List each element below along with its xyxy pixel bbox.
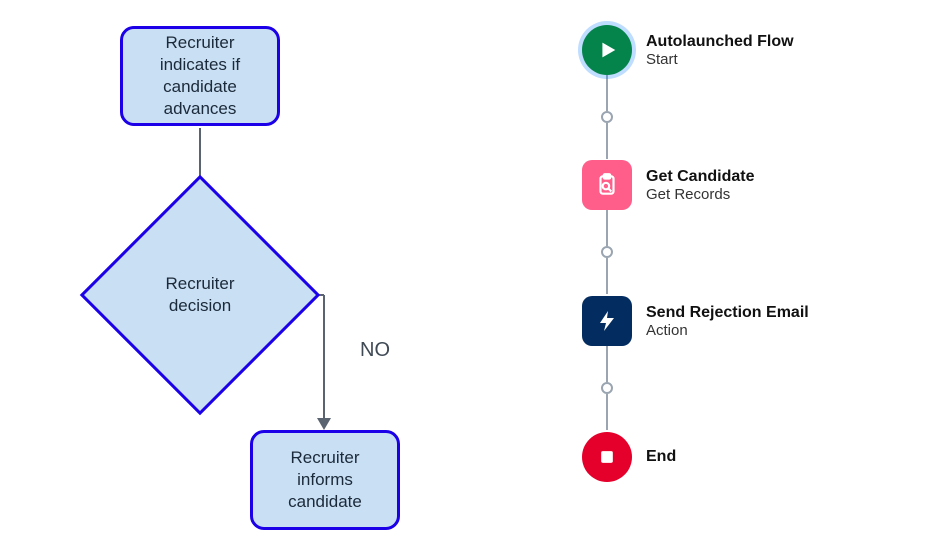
- flow-connector-dot: [601, 382, 613, 394]
- flowchart-start-text: Recruiter indicates if candidate advance…: [137, 32, 263, 120]
- flow-node-subtitle: Start: [646, 51, 794, 68]
- flow-node-subtitle: Get Records: [646, 186, 754, 203]
- flow-node-end[interactable]: End: [582, 432, 676, 482]
- flow-node-get-candidate[interactable]: Get Candidate Get Records: [582, 160, 754, 210]
- flow-node-title: End: [646, 448, 676, 466]
- flow-node-send-email[interactable]: Send Rejection Email Action: [582, 296, 809, 346]
- stop-icon: [582, 432, 632, 482]
- flowchart-inform-text: Recruiter informs candidate: [267, 447, 383, 513]
- flowchart-inform-box: Recruiter informs candidate: [250, 430, 400, 530]
- flow-node-action-text: Send Rejection Email Action: [646, 304, 809, 339]
- flow-connector-dot: [601, 246, 613, 258]
- flowchart-decision-text: Recruiter decision: [140, 273, 260, 317]
- flow-connector: [606, 394, 608, 430]
- arrowhead-icon: [317, 418, 331, 430]
- flow-node-start[interactable]: Autolaunched Flow Start: [582, 25, 794, 75]
- flow-node-title: Autolaunched Flow: [646, 33, 794, 51]
- flow-connector: [606, 210, 608, 246]
- edge-label-no: NO: [360, 339, 390, 362]
- flow-connector-dot: [601, 111, 613, 123]
- flow-connector: [606, 123, 608, 159]
- flow-node-start-text: Autolaunched Flow Start: [646, 33, 794, 68]
- flow-connector: [606, 346, 608, 382]
- flow-node-title: Send Rejection Email: [646, 304, 809, 322]
- clipboard-search-icon: [582, 160, 632, 210]
- flow-node-get-text: Get Candidate Get Records: [646, 168, 754, 203]
- flowchart-decision: Recruiter decision: [115, 210, 285, 380]
- flow-node-subtitle: Action: [646, 322, 809, 339]
- flowchart-start-box: Recruiter indicates if candidate advance…: [120, 26, 280, 126]
- flow-connector: [606, 75, 608, 111]
- flow-node-title: Get Candidate: [646, 168, 754, 186]
- flow-connector: [606, 258, 608, 294]
- flow-node-end-text: End: [646, 448, 676, 466]
- lightning-icon: [582, 296, 632, 346]
- play-icon: [582, 25, 632, 75]
